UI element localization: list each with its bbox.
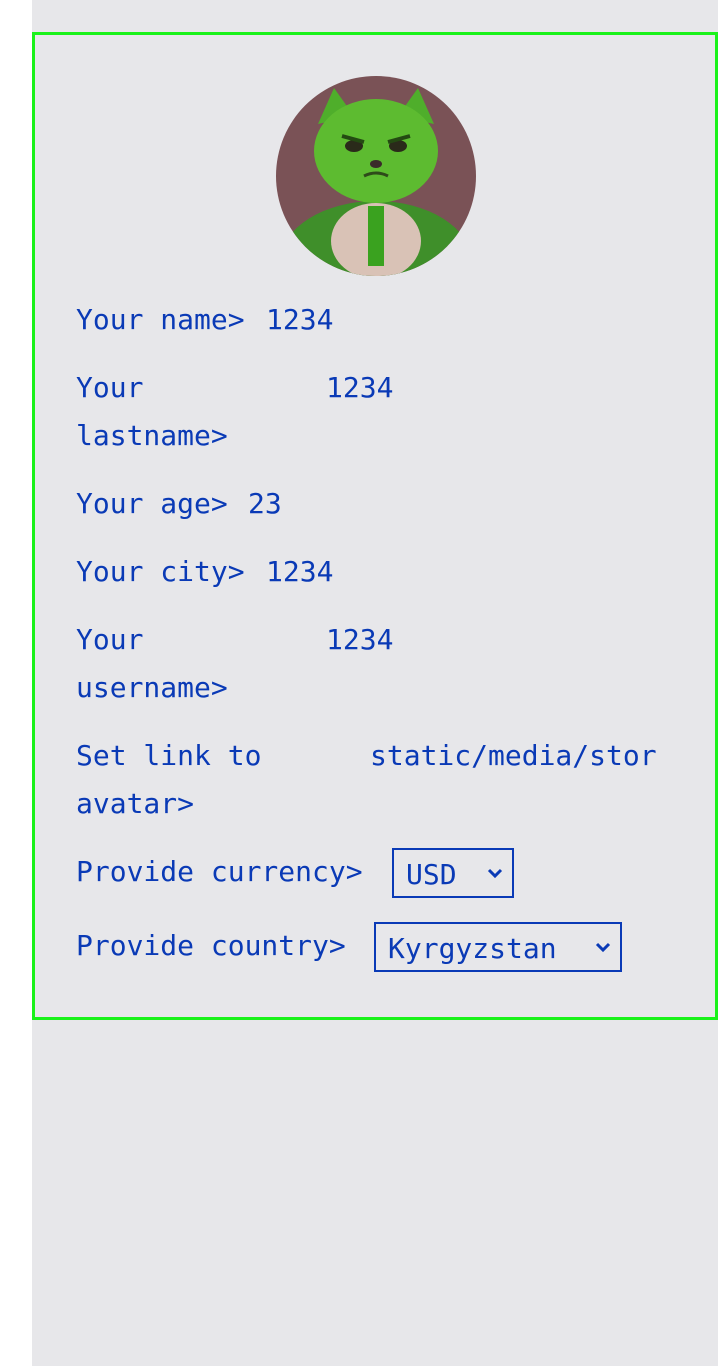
currency-label: Provide currency> (76, 855, 363, 888)
profile-panel: Your name> 1234 Your lastname> 1234 Your… (32, 32, 718, 1020)
currency-select[interactable]: USD (392, 848, 514, 898)
lastname-label-line1: Your (76, 371, 144, 404)
avatar (276, 76, 476, 276)
lastname-value: 1234 (326, 371, 394, 404)
chevron-down-icon (595, 942, 611, 953)
country-label: Provide country> (76, 929, 346, 962)
currency-selected-value: USD (406, 858, 457, 891)
city-value: 1234 (266, 555, 334, 588)
avatar-link-value: static/media/stor (370, 739, 657, 772)
country-select[interactable]: Kyrgyzstan (374, 922, 622, 972)
lastname-label-line2: lastname> (76, 419, 228, 452)
green-cat-avatar-icon (276, 76, 476, 276)
city-label: Your city> (76, 555, 245, 588)
username-label-line2: username> (76, 671, 228, 704)
avatar-link-label-line2: avatar> (76, 787, 195, 820)
username-label-line1: Your (76, 623, 144, 656)
country-selected-value: Kyrgyzstan (388, 932, 557, 965)
age-value: 23 (248, 487, 282, 520)
username-value: 1234 (326, 623, 394, 656)
name-value: 1234 (266, 303, 334, 336)
chevron-down-icon (487, 868, 503, 879)
name-label: Your name> (76, 303, 245, 336)
age-label: Your age> (76, 487, 228, 520)
avatar-link-label-line1: Set link to (76, 739, 262, 772)
